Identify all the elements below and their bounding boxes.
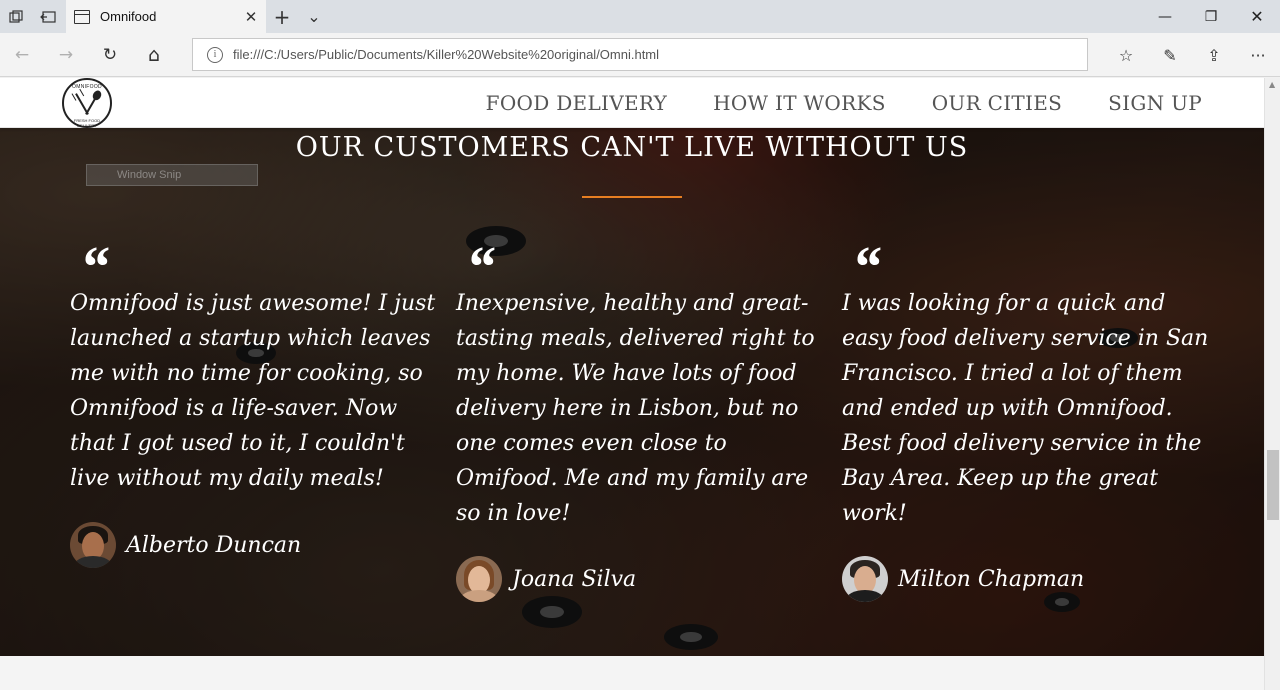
title-underline (582, 196, 682, 198)
page-scrollbar[interactable]: ▲ (1264, 78, 1280, 690)
tab-title: Omnifood (100, 9, 157, 24)
address-bar-row: ← → ↻ ⌂ i file:///C:/Users/Public/Docume… (0, 33, 1280, 77)
browser-tab-bar: Omnifood ✕ + ⌄ — ❐ ✕ (0, 0, 1280, 33)
page-viewport: OUR CUSTOMERS CAN'T LIVE WITHOUT US Wind… (0, 78, 1264, 690)
page-icon (74, 9, 90, 24)
testimonial-author: Joana Silva (456, 556, 636, 602)
nav-link-sign-up[interactable]: SIGN UP (1108, 91, 1202, 115)
info-icon[interactable]: i (207, 46, 223, 63)
testimonial-author: Milton Chapman (842, 556, 1084, 602)
olive-decoration (664, 624, 718, 650)
logo-sub: FRESH FOOD DELIVERY (73, 118, 101, 128)
close-tab-icon[interactable]: ✕ (236, 8, 266, 26)
set-aside-tabs-icon[interactable] (32, 0, 64, 33)
author-name: Alberto Duncan (126, 532, 302, 558)
more-icon[interactable]: ··· (1240, 39, 1276, 71)
window-snip-overlay: Window Snip (86, 164, 258, 186)
home-icon[interactable]: ⌂ (136, 39, 172, 71)
nav-link-food-delivery[interactable]: FOOD DELIVERY (486, 91, 667, 115)
testimonial-quote: Omnifood is just awesome! I just launche… (70, 291, 436, 491)
site-navigation: OMNIFOOD FRESH FOOD DELIVERY FOOD DELIVE… (0, 78, 1264, 128)
logo-label: OMNIFOOD (72, 84, 102, 90)
author-name: Joana Silva (512, 566, 637, 592)
close-window-icon[interactable]: ✕ (1234, 0, 1280, 33)
nav-link-our-cities[interactable]: OUR CITIES (932, 91, 1062, 115)
url-input[interactable]: i file:///C:/Users/Public/Documents/Kill… (192, 38, 1088, 71)
testimonials-section: OUR CUSTOMERS CAN'T LIVE WITHOUT US Wind… (0, 78, 1264, 656)
avatar (70, 522, 116, 568)
scroll-thumb[interactable] (1267, 450, 1279, 520)
scroll-up-arrow-icon[interactable]: ▲ (1269, 80, 1275, 89)
nav-links: FOOD DELIVERY HOW IT WORKS OUR CITIES SI… (440, 78, 1202, 128)
tab-list-icon[interactable]: ⌄ (298, 0, 330, 33)
testimonial-author: Alberto Duncan (70, 522, 301, 568)
omnifood-logo[interactable]: OMNIFOOD FRESH FOOD DELIVERY (62, 78, 112, 128)
tab-actions-icon[interactable] (0, 0, 32, 33)
back-icon[interactable]: ← (4, 39, 40, 71)
restore-icon[interactable]: ❐ (1188, 0, 1234, 33)
forward-icon[interactable]: → (48, 39, 84, 71)
nav-link-how-it-works[interactable]: HOW IT WORKS (713, 91, 886, 115)
avatar (842, 556, 888, 602)
favorites-icon[interactable]: ☆ (1108, 39, 1144, 71)
section-title: OUR CUSTOMERS CAN'T LIVE WITHOUT US (295, 132, 969, 163)
web-notes-icon[interactable]: ✎ (1152, 39, 1188, 71)
avatar (456, 556, 502, 602)
share-icon[interactable]: ⇪ (1196, 39, 1232, 71)
tab-omnifood[interactable]: Omnifood ✕ (66, 0, 266, 33)
spoon-icon (85, 93, 99, 115)
url-text: file:///C:/Users/Public/Documents/Killer… (233, 47, 660, 62)
minimize-icon[interactable]: — (1142, 0, 1188, 33)
new-tab-icon[interactable]: + (266, 0, 298, 33)
testimonial-quote: I was looking for a quick and easy food … (842, 291, 1209, 526)
testimonial-quote: Inexpensive, healthy and great-tasting m… (456, 291, 815, 526)
refresh-icon[interactable]: ↻ (92, 39, 128, 71)
author-name: Milton Chapman (898, 566, 1085, 592)
